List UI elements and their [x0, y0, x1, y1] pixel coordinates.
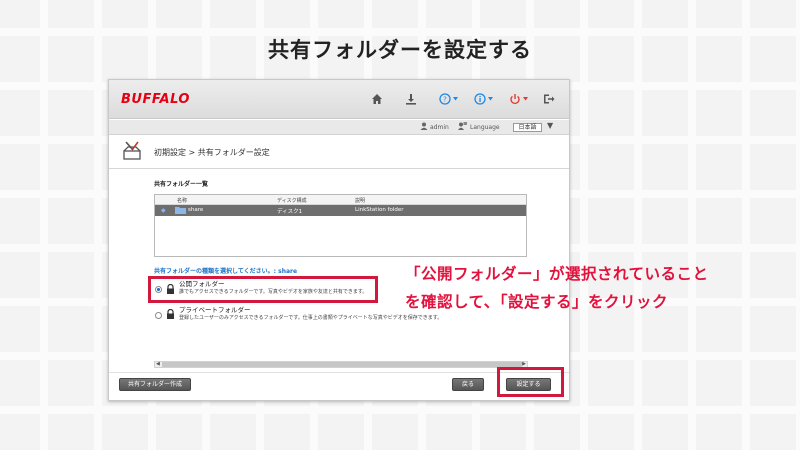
username: admin	[430, 124, 449, 131]
setup-tools-icon	[121, 140, 143, 166]
logout-icon[interactable]	[543, 93, 557, 107]
folder-icon	[175, 206, 186, 216]
share-list-title: 共有フォルダー一覧	[154, 181, 209, 188]
private-folder-description: 登録したユーザーのみアクセスできるフォルダーです。仕事上の書類やプライベートな写…	[179, 315, 443, 321]
private-folder-radio[interactable]	[155, 312, 162, 319]
page-title: 共有フォルダーを設定する	[268, 38, 532, 62]
home-icon[interactable]	[371, 93, 385, 107]
column-header-name: 名称	[177, 198, 188, 204]
language-select[interactable]: 日本語	[513, 123, 542, 132]
create-share-button[interactable]: 共有フォルダー作成	[119, 378, 191, 391]
private-folder-title[interactable]: プライベートフォルダー	[179, 304, 251, 314]
svg-text:?: ?	[443, 96, 447, 104]
row-selected-icon: ◆	[161, 207, 166, 214]
scroll-left-icon[interactable]: ◀	[156, 361, 160, 367]
scrollbar-thumb[interactable]	[162, 362, 522, 367]
column-header-disk: ディスク構成	[277, 198, 307, 204]
share-folder-table: 名称 ディスク構成 説明 ◆ share ディスク1 LinkStation f…	[154, 194, 527, 257]
download-icon[interactable]	[405, 93, 419, 107]
horizontal-scrollbar[interactable]: ◀ ▶	[154, 361, 528, 368]
row-disk: ディスク1	[277, 209, 303, 215]
apply-button-highlight	[497, 367, 564, 397]
power-icon[interactable]	[509, 93, 531, 107]
callout-line-2: を確認して、「設定する」をクリック	[405, 293, 669, 311]
top-toolbar: BUFFALO ?	[109, 80, 569, 119]
table-row[interactable]: ◆ share ディスク1 LinkStation folder	[155, 205, 526, 216]
user-icon	[420, 122, 428, 132]
callout-line-1: 「公開フォルダー」が選択されていること	[405, 265, 709, 283]
user-bar: admin Language 日本語 ▼	[109, 120, 569, 135]
back-button[interactable]: 戻る	[452, 378, 484, 391]
row-name: share	[188, 207, 204, 213]
public-folder-highlight	[148, 276, 378, 303]
page-header: 初期設定 > 共有フォルダー設定	[109, 135, 569, 169]
language-label: Language	[470, 124, 500, 131]
column-header-description: 説明	[355, 198, 366, 204]
row-description: LinkStation folder	[355, 207, 404, 213]
nas-settings-window: BUFFALO ? admin Language 日本語 ▼ 初期設定 > 共有…	[108, 79, 570, 401]
help-icon[interactable]: ?	[439, 93, 461, 107]
chevron-down-icon[interactable]: ▼	[547, 121, 553, 130]
folder-type-prompt: 共有フォルダーの種類を選択してください。: share	[154, 268, 298, 275]
buffalo-logo: BUFFALO	[121, 92, 190, 107]
lock-icon	[167, 309, 174, 319]
breadcrumb: 初期設定 > 共有フォルダー設定	[154, 148, 270, 157]
info-icon[interactable]	[474, 93, 496, 107]
language-icon	[458, 122, 467, 132]
table-header: 名称 ディスク構成 説明	[155, 195, 526, 205]
